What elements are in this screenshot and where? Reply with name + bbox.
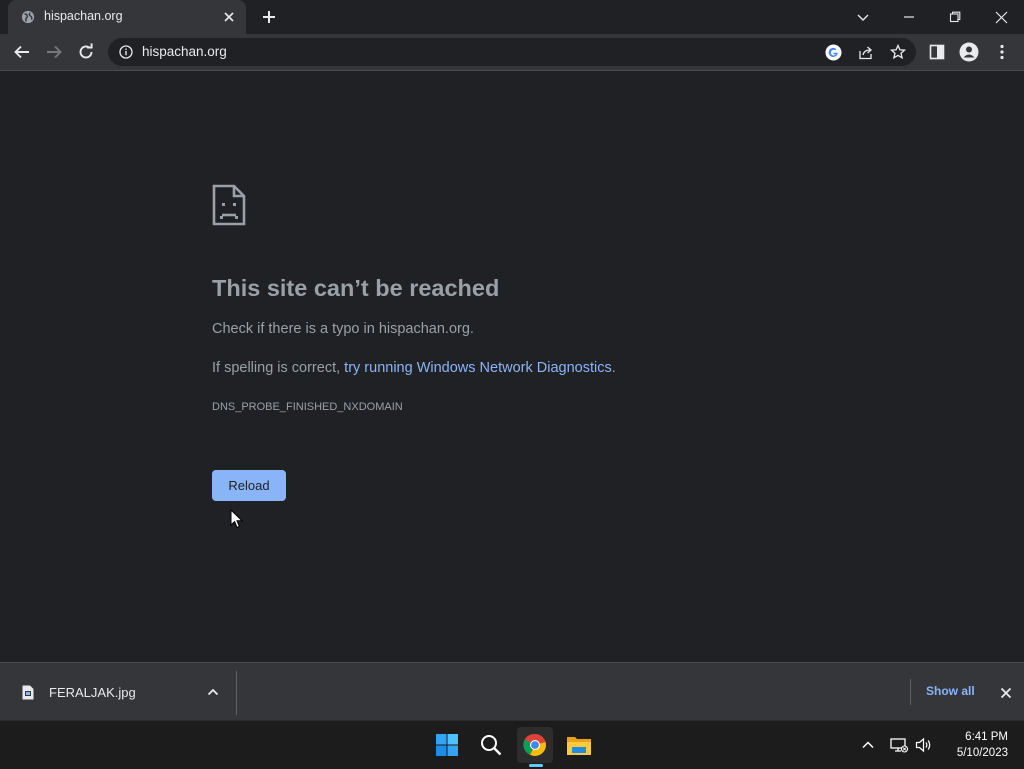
diagnostics-hint: If spelling is correct, try running Wind… [212, 360, 616, 376]
volume-icon [915, 737, 931, 753]
windows-start-icon [436, 734, 458, 756]
chevron-up-icon [862, 741, 874, 749]
close-icon[interactable] [222, 10, 236, 24]
more-button[interactable] [991, 41, 1013, 63]
close-icon [1000, 687, 1012, 699]
close-icon [995, 11, 1007, 23]
close-download-bar-button[interactable] [997, 684, 1015, 702]
side-panel-button[interactable] [926, 41, 948, 63]
reload-button[interactable]: Reload [212, 470, 286, 501]
sad-file-icon [212, 184, 246, 226]
start-button[interactable] [429, 727, 465, 763]
star-icon[interactable] [890, 44, 906, 60]
restore-button[interactable] [944, 6, 966, 28]
taskbar-chrome-button[interactable] [517, 727, 553, 763]
restore-icon [949, 11, 961, 23]
cursor-icon [230, 509, 244, 529]
url-text[interactable]: hispachan.org [142, 44, 227, 59]
search-icon [481, 735, 502, 756]
windows-taskbar: 6:41 PM 5/10/2023 [0, 720, 1024, 769]
refresh-icon [79, 43, 93, 59]
plus-icon[interactable] [260, 8, 278, 26]
minimize-icon [904, 16, 914, 18]
error-code: DNS_PROBE_FINISHED_NXDOMAIN [212, 401, 403, 413]
share-icon[interactable] [858, 45, 874, 60]
clock-time: 6:41 PM [965, 731, 1008, 743]
address-bar[interactable]: hispachan.org [108, 38, 916, 66]
globe-icon [21, 10, 35, 24]
more-vert-icon [1000, 44, 1004, 60]
forward-button[interactable] [43, 41, 65, 63]
tab-search-button[interactable] [852, 6, 874, 28]
volume-button[interactable] [914, 735, 934, 755]
tab-strip: hispachan.org [0, 0, 1024, 34]
diagnostics-hint-prefix: If spelling is correct, [212, 360, 345, 376]
file-icon [22, 685, 34, 700]
minimize-button[interactable] [898, 6, 920, 28]
network-status-button[interactable] [889, 735, 909, 755]
refresh-button[interactable] [75, 41, 97, 63]
active-app-indicator [529, 764, 543, 767]
info-icon[interactable] [119, 45, 133, 59]
taskbar-search-button[interactable] [473, 727, 509, 763]
profile-button[interactable] [958, 41, 980, 63]
download-bar: FERALJAK.jpg Show all [0, 662, 1024, 721]
chrome-icon [523, 733, 546, 756]
google-lens-icon[interactable] [825, 44, 842, 61]
tab-title: hispachan.org [44, 9, 123, 23]
forward-icon [47, 45, 62, 59]
side-panel-icon [929, 44, 945, 60]
network-diagnostics-link[interactable]: try running Windows Network Diagnostics [344, 360, 612, 376]
close-window-button[interactable] [990, 6, 1012, 28]
chevron-up-icon [207, 688, 219, 696]
typo-hint-text: Check if there is a typo in hispachan.or… [212, 321, 474, 337]
show-hidden-icons-button[interactable] [858, 735, 878, 755]
browser-toolbar: hispachan.org [0, 34, 1024, 71]
file-explorer-icon [567, 737, 591, 755]
chevron-down-icon [857, 14, 869, 21]
browser-tab[interactable]: hispachan.org [8, 0, 246, 34]
diagnostics-hint-suffix: . [611, 360, 616, 376]
download-file-name[interactable]: FERALJAK.jpg [49, 685, 136, 700]
divider [910, 679, 911, 705]
taskbar-file-explorer-button[interactable] [561, 727, 597, 763]
page-title: This site can’t be reached [212, 275, 500, 301]
profile-icon [959, 42, 979, 62]
show-all-button[interactable]: Show all [926, 684, 975, 698]
back-button[interactable] [11, 41, 33, 63]
system-clock[interactable]: 6:41 PM 5/10/2023 [940, 729, 1008, 761]
divider [236, 671, 237, 715]
network-icon [890, 738, 908, 753]
back-icon [14, 45, 29, 59]
download-options-button[interactable] [204, 683, 222, 701]
clock-date: 5/10/2023 [956, 747, 1008, 759]
